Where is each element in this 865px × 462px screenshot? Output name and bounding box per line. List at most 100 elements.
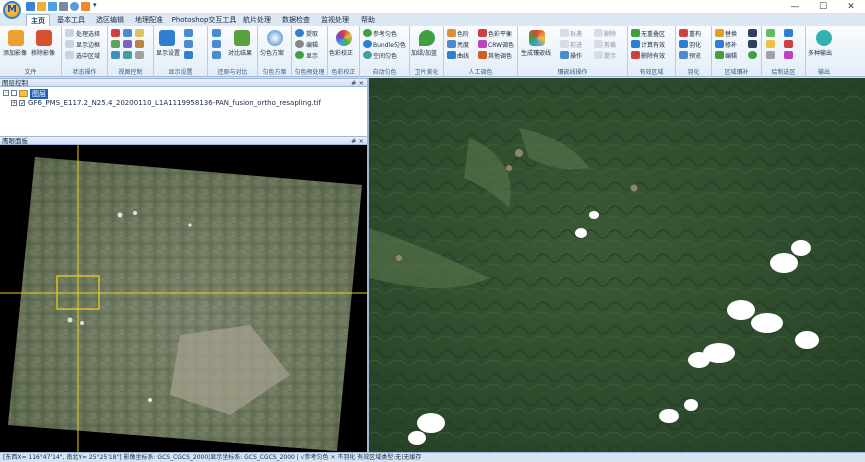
multi-output-button[interactable]: 多种输出	[808, 48, 832, 57]
tab-aerial[interactable]: 航片处理	[241, 14, 273, 26]
feather-item[interactable]: 重构	[689, 29, 701, 38]
color-icon[interactable]	[212, 51, 221, 59]
curves-icon[interactable]	[447, 51, 456, 59]
close-button[interactable]: ✕	[837, 0, 865, 14]
minimize-button[interactable]: —	[781, 0, 809, 14]
zoom-in-icon[interactable]	[111, 29, 120, 37]
tab-basic-tools[interactable]: 基本工具	[54, 14, 88, 26]
seam-tool-icon[interactable]	[560, 29, 569, 37]
other-color-icon[interactable]	[478, 51, 487, 59]
draw-color-icon[interactable]	[784, 40, 793, 48]
select-icon[interactable]	[135, 51, 144, 59]
hand-icon[interactable]	[135, 40, 144, 48]
refresh-icon[interactable]	[123, 40, 132, 48]
draw-polygon-icon[interactable]	[766, 40, 775, 48]
auto-item[interactable]: 参考匀色	[373, 29, 397, 38]
color-icon[interactable]	[212, 40, 221, 48]
panel-pin-close[interactable]: # ×	[351, 79, 364, 87]
seam-item[interactable]: 剪裁	[604, 40, 616, 49]
mosaic-item[interactable]: 替换	[725, 29, 737, 38]
manual-item[interactable]: 曲线	[457, 51, 469, 60]
tab-selection-edit[interactable]: 选区编辑	[92, 14, 128, 26]
compute-valid-icon[interactable]	[631, 40, 640, 48]
feather-icon[interactable]	[679, 40, 688, 48]
patch-icon[interactable]	[715, 40, 724, 48]
zoom-out-icon[interactable]	[123, 29, 132, 37]
auto-item[interactable]: Bundle匀色	[373, 40, 406, 49]
tab-monitor[interactable]: 监视处理	[318, 14, 352, 26]
layer-file-name[interactable]: GF6_PMS_E117.2_N25.4_20200110_L1A1119958…	[28, 99, 321, 107]
panel-pin-close[interactable]: # ×	[351, 137, 364, 145]
valid-item[interactable]: 计算有效	[641, 40, 665, 49]
seam-tool-icon[interactable]	[594, 40, 603, 48]
layer-root[interactable]: 图层	[30, 89, 48, 99]
layer-checkbox[interactable]: ✓	[19, 100, 25, 107]
app-logo[interactable]: M	[3, 1, 21, 19]
crw-icon[interactable]	[478, 40, 487, 48]
quick-access-menu[interactable]: ▾	[93, 1, 97, 9]
brightness-icon[interactable]	[447, 40, 456, 48]
add-image-button[interactable]: 添加影像	[3, 48, 27, 57]
seam-item[interactable]: 操作	[570, 51, 582, 60]
color-balance-icon[interactable]	[478, 29, 487, 37]
no-overlap-icon[interactable]	[631, 29, 640, 37]
new-icon[interactable]	[48, 2, 57, 11]
mosaic-item[interactable]: 修补	[725, 40, 737, 49]
mosaic-item[interactable]: 编辑	[725, 51, 737, 60]
eraser-icon[interactable]	[784, 51, 793, 59]
show-icon[interactable]	[295, 51, 304, 59]
seam-tool-icon[interactable]	[560, 51, 569, 59]
checkbox-icon[interactable]	[65, 51, 74, 59]
draw-rect-icon[interactable]	[766, 29, 775, 37]
draw-circle-icon[interactable]	[766, 51, 775, 59]
remove-image-button[interactable]: 移除影像	[31, 48, 55, 57]
full-extent-icon[interactable]	[111, 40, 120, 48]
preview-icon[interactable]	[679, 51, 688, 59]
valid-item[interactable]: 无重叠区	[641, 29, 665, 38]
preprocess-item[interactable]: 显示	[306, 51, 318, 60]
undo-icon[interactable]	[184, 29, 193, 37]
gear-icon[interactable]	[70, 2, 79, 11]
manual-item[interactable]: CRW调色	[488, 40, 514, 49]
tab-photoshop-tools[interactable]: Photoshop交互工具	[171, 14, 237, 26]
tab-help[interactable]: 帮助	[357, 14, 379, 26]
tab-home[interactable]: 主页	[26, 14, 50, 26]
tool-icon[interactable]	[81, 2, 90, 11]
seam-item[interactable]: 前进	[570, 40, 582, 49]
valid-item[interactable]: 删除有效	[641, 51, 665, 60]
seam-item[interactable]: 删除	[604, 29, 616, 38]
pen-icon[interactable]	[784, 29, 793, 37]
open-icon[interactable]	[37, 2, 46, 11]
compare-result-button[interactable]: 对比结果	[228, 48, 252, 57]
color-icon[interactable]	[212, 29, 221, 37]
rebuild-icon[interactable]	[679, 29, 688, 37]
manual-item[interactable]: 色阶	[457, 29, 469, 38]
space-dodge-icon[interactable]	[363, 51, 372, 59]
print-icon[interactable]	[59, 2, 68, 11]
state-item[interactable]: 显示边框	[76, 40, 100, 49]
manual-item[interactable]: 其他调色	[488, 51, 512, 60]
seam-tool-icon[interactable]	[594, 51, 603, 59]
mosaic-edit-icon[interactable]	[715, 51, 724, 59]
maximize-button[interactable]: ☐	[809, 0, 837, 14]
checkbox-icon[interactable]	[65, 40, 74, 48]
levels-icon[interactable]	[447, 29, 456, 37]
next-view-icon[interactable]	[123, 51, 132, 59]
bundle-dodge-icon[interactable]	[363, 40, 372, 48]
prev-view-icon[interactable]	[111, 51, 120, 59]
magic-wand-icon[interactable]	[748, 29, 757, 37]
feather-item[interactable]: 预览	[689, 51, 701, 60]
checkbox-icon[interactable]	[65, 29, 74, 37]
root-checkbox[interactable]	[11, 90, 17, 96]
preprocess-item[interactable]: 编辑	[306, 40, 318, 49]
manual-item[interactable]: 色彩平衡	[488, 29, 512, 38]
brush-icon[interactable]	[748, 51, 757, 59]
auto-item[interactable]: 空间匀色	[373, 51, 397, 60]
seam-item[interactable]: 拆遇	[570, 29, 582, 38]
state-item[interactable]: 处理选择	[76, 29, 100, 38]
pan-icon[interactable]	[135, 29, 144, 37]
manual-item[interactable]: 亮度	[457, 40, 469, 49]
edit-icon[interactable]	[295, 40, 304, 48]
delete-valid-icon[interactable]	[631, 51, 640, 59]
replace-icon[interactable]	[715, 29, 724, 37]
